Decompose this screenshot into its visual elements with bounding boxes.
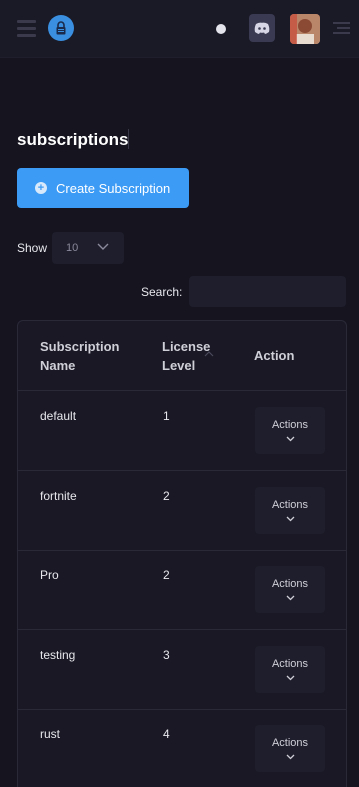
actions-dropdown-button[interactable]: Actions <box>255 487 325 534</box>
actions-label: Actions <box>271 499 309 511</box>
actions-label: Actions <box>271 658 309 670</box>
subscription-name: testing <box>40 648 76 662</box>
chevron-down-icon <box>286 516 294 522</box>
plus-circle-icon: + <box>35 182 47 194</box>
actions-dropdown-button[interactable]: Actions <box>255 725 325 772</box>
user-avatar[interactable] <box>290 14 320 44</box>
license-level: 1 <box>163 409 170 423</box>
top-navbar <box>0 0 359 58</box>
show-label: Show <box>17 241 48 255</box>
search-label: Search: <box>141 285 183 299</box>
sort-ascending-icon[interactable] <box>204 351 214 357</box>
actions-label: Actions <box>271 419 309 431</box>
table-header: Subscription Name License Level Action <box>18 321 346 391</box>
page-length-value: 10 <box>66 242 79 254</box>
title-divider <box>128 129 129 149</box>
table-row: fortnite 2 Actions <box>18 471 346 551</box>
actions-label: Actions <box>271 578 309 590</box>
hamburger-icon[interactable] <box>17 20 36 38</box>
chevron-down-icon <box>286 675 294 681</box>
chevron-down-icon <box>286 436 294 442</box>
chevron-down-icon <box>286 754 294 760</box>
chevron-down-icon <box>97 243 109 250</box>
lock-logo-icon[interactable] <box>48 15 74 41</box>
search-input[interactable] <box>189 276 346 307</box>
subscription-name: default <box>40 409 77 423</box>
table-row: Pro 2 Actions <box>18 550 346 630</box>
column-header-subscription-name[interactable]: Subscription Name <box>40 337 140 375</box>
table-row: default 1 Actions <box>18 391 346 471</box>
subscription-name: Pro <box>40 568 59 582</box>
discord-icon[interactable] <box>249 14 275 42</box>
subscriptions-table: Subscription Name License Level Action d… <box>17 320 347 787</box>
create-subscription-label: Create Subscription <box>56 180 171 196</box>
create-subscription-button[interactable]: + Create Subscription <box>17 168 189 208</box>
sidebar-menu-icon[interactable] <box>333 22 350 36</box>
subscription-name: fortnite <box>40 489 77 503</box>
table-row: testing 3 Actions <box>18 630 346 710</box>
actions-dropdown-button[interactable]: Actions <box>255 566 325 613</box>
status-dot-icon[interactable] <box>216 24 226 34</box>
table-row: rust 4 Actions <box>18 709 346 787</box>
license-level: 4 <box>163 727 170 741</box>
actions-dropdown-button[interactable]: Actions <box>255 407 325 454</box>
actions-dropdown-button[interactable]: Actions <box>255 646 325 693</box>
license-level: 2 <box>163 489 170 503</box>
license-level: 2 <box>163 568 170 582</box>
chevron-down-icon <box>286 595 294 601</box>
column-header-action: Action <box>254 348 295 363</box>
actions-label: Actions <box>271 737 309 749</box>
page-length-select[interactable]: 10 <box>52 232 124 264</box>
license-level: 3 <box>163 648 170 662</box>
subscription-name: rust <box>40 727 61 741</box>
page-title: subscriptions <box>17 130 129 149</box>
